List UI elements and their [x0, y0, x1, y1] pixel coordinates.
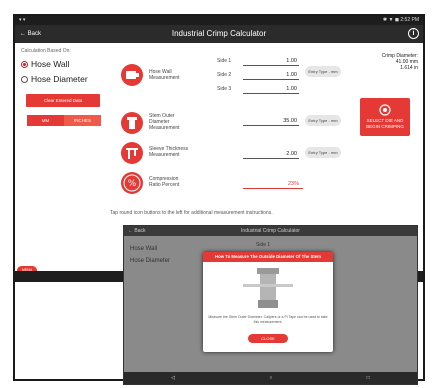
- measure-dialog: How To Measure The Outside Diameter Of T…: [203, 252, 333, 352]
- inset-title: Industrial Crimp Calculator: [241, 228, 300, 234]
- page-title: Industrial Crimp Calculator: [171, 29, 267, 38]
- crimp-diameter-result: Crimp Diameter: 41.00 mm 1.614 in: [358, 53, 418, 71]
- radio-hose-wall[interactable]: Hose Wall: [21, 59, 117, 69]
- stem-value[interactable]: 35.00: [277, 118, 297, 124]
- percent-info-icon[interactable]: %: [121, 172, 143, 194]
- radio-hose-diameter[interactable]: Hose Diameter: [21, 74, 117, 84]
- status-left: ▾ ▾: [19, 17, 26, 23]
- stem-entry-type[interactable]: Entry Type - mm: [305, 115, 341, 126]
- inset-hose-diameter: Hose Diameter: [130, 258, 171, 264]
- calc-based-label: Calculation Based On:: [21, 48, 71, 54]
- inset-side-1: Side 1: [256, 242, 271, 248]
- inset-screenshot: ← Back Industrial Crimp Calculator Hose …: [123, 225, 418, 385]
- radio-checked-icon: [21, 60, 28, 68]
- crimp-in: 1.614 in: [400, 65, 418, 71]
- radio-hose-diameter-label: Hose Diameter: [31, 74, 88, 84]
- dialog-title: How To Measure The Outside Diameter Of T…: [203, 252, 333, 262]
- compression-underline: [243, 188, 303, 189]
- svg-text:%: %: [128, 179, 137, 189]
- unit-inches-button[interactable]: INCHES: [64, 115, 101, 126]
- instructions-text: Tap round icon buttons to the left for a…: [110, 210, 273, 216]
- side-3-label: Side 3: [217, 86, 232, 92]
- stem-info-icon[interactable]: [121, 112, 143, 134]
- sleeve-underline: [243, 158, 299, 159]
- hose-wall-info-icon[interactable]: [121, 64, 143, 86]
- nav-home-icon[interactable]: ○: [269, 372, 272, 384]
- sleeve-label: Sleeve Thickness Measurement: [149, 146, 189, 158]
- sleeve-entry-type[interactable]: Entry Type - mm: [305, 147, 341, 158]
- radio-unchecked-icon: [21, 75, 28, 83]
- sleeve-info-icon[interactable]: [121, 142, 143, 164]
- stem-underline: [243, 125, 299, 126]
- status-bar: ▾ ▾ ✱ ▼ ◼ 2:52 PM: [15, 16, 423, 25]
- radio-hose-wall-label: Hose Wall: [31, 59, 70, 69]
- hose-wall-label: Hose Wall Measurement: [149, 69, 180, 81]
- die-icon: [379, 104, 391, 116]
- inset-hose-wall: Hose Wall: [130, 246, 158, 252]
- stem-label: Stem Outer Diameter Measurement: [149, 113, 180, 131]
- clear-data-button[interactable]: Clear Entered Data: [26, 94, 100, 107]
- compression-label: Compression Ratio Percent: [149, 176, 180, 188]
- side-2-value[interactable]: 1.00: [277, 72, 297, 78]
- side-3-value[interactable]: 1.00: [277, 86, 297, 92]
- nav-recent-icon[interactable]: □: [367, 372, 370, 384]
- side-1-underline: [243, 65, 299, 66]
- unit-mm-button[interactable]: MM: [27, 115, 64, 126]
- stem-photo: [243, 268, 293, 308]
- side-1-value[interactable]: 1.00: [277, 58, 297, 64]
- inset-app-bar: ← Back Industrial Crimp Calculator: [124, 226, 417, 236]
- select-die-button[interactable]: SELECT DIE AND BEGIN CRIMPING: [360, 98, 410, 136]
- side-1-label: Side 1: [217, 58, 232, 64]
- info-icon[interactable]: i: [408, 28, 419, 39]
- dialog-close-button[interactable]: CLOSE: [248, 334, 288, 343]
- sleeve-value[interactable]: 2.00: [277, 151, 297, 157]
- inset-nav-bar: ◁ ○ □: [124, 372, 417, 384]
- side-2-underline: [243, 79, 299, 80]
- dialog-text: Measure the Stem Outer Diameter. Caliper…: [208, 315, 328, 324]
- compression-value[interactable]: 23%: [279, 181, 299, 187]
- side-3-underline: [243, 93, 299, 94]
- side-2-label: Side 2: [217, 72, 232, 78]
- nav-back-icon[interactable]: ◁: [171, 372, 175, 384]
- calc-options: Calculation Based On: Hose Wall Hose Dia…: [21, 48, 117, 126]
- status-right: ✱ ▼ ◼ 2:52 PM: [382, 17, 419, 23]
- app-bar: ← Back Industrial Crimp Calculator i: [15, 25, 423, 43]
- inset-back-button[interactable]: ← Back: [128, 226, 146, 236]
- hose-wall-entry-type[interactable]: Entry Type - mm: [305, 66, 341, 77]
- unit-toggle: MM INCHES: [27, 115, 101, 126]
- select-die-label: SELECT DIE AND BEGIN CRIMPING: [366, 118, 404, 129]
